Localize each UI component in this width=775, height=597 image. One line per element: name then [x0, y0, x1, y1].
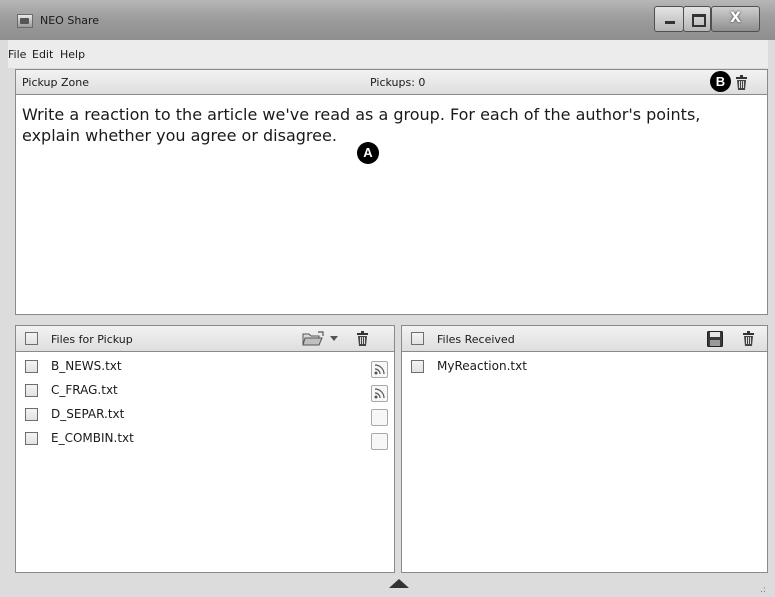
- menu-file[interactable]: File: [8, 48, 26, 61]
- chevron-down-icon[interactable]: [330, 336, 338, 341]
- file-checkbox[interactable]: [25, 384, 38, 397]
- maximize-button[interactable]: [683, 6, 711, 32]
- pickup-zone-label: Pickup Zone: [22, 76, 89, 89]
- file-checkbox[interactable]: [25, 360, 38, 373]
- file-name: C_FRAG.txt: [51, 383, 118, 397]
- title-bar[interactable]: NEO Share X: [0, 0, 775, 40]
- list-item[interactable]: E_COMBIN.txt: [16, 427, 394, 451]
- file-name: E_COMBIN.txt: [51, 431, 134, 445]
- unsent-status-icon: [371, 433, 388, 450]
- pickups-count: Pickups: 0: [370, 76, 426, 89]
- file-name: B_NEWS.txt: [51, 359, 122, 373]
- sent-status-icon: [371, 385, 388, 402]
- menu-bar: File Edit Help: [8, 40, 768, 68]
- file-checkbox[interactable]: [25, 432, 38, 445]
- trash-icon[interactable]: [742, 331, 755, 346]
- window-title: NEO Share: [40, 14, 100, 27]
- files-for-pickup-panel: Files for Pickup B_NEWS.txt C_FRAG.txt D…: [15, 325, 395, 573]
- pickup-zone-header: Pickup Zone Pickups: 0 B: [15, 69, 768, 95]
- files-received-header: Files Received: [402, 326, 767, 352]
- files-for-pickup-label: Files for Pickup: [51, 333, 133, 346]
- pickup-prompt-area[interactable]: Write a reaction to the article we've re…: [15, 95, 768, 315]
- pickup-prompt-text: Write a reaction to the article we've re…: [22, 105, 701, 145]
- file-checkbox[interactable]: [25, 408, 38, 421]
- select-all-pickup-checkbox[interactable]: [25, 332, 38, 345]
- menu-help[interactable]: Help: [60, 48, 85, 61]
- menu-edit[interactable]: Edit: [32, 48, 53, 61]
- callout-marker-b: B: [710, 71, 731, 92]
- expand-up-icon[interactable]: [389, 579, 409, 588]
- close-icon: X: [730, 10, 741, 26]
- select-all-received-checkbox[interactable]: [411, 332, 424, 345]
- status-bar: [8, 573, 768, 597]
- files-received-label: Files Received: [437, 333, 515, 346]
- list-item[interactable]: MyReaction.txt: [402, 355, 767, 379]
- list-item[interactable]: B_NEWS.txt: [16, 355, 394, 379]
- close-button[interactable]: X: [711, 6, 760, 32]
- trash-icon[interactable]: [356, 331, 369, 346]
- files-received-panel: Files Received MyReaction.txt: [401, 325, 768, 573]
- callout-marker-a: A: [357, 142, 379, 164]
- app-icon: [17, 14, 33, 28]
- list-item[interactable]: C_FRAG.txt: [16, 379, 394, 403]
- file-name: MyReaction.txt: [437, 359, 527, 373]
- minimize-button[interactable]: [654, 6, 684, 32]
- file-name: D_SEPAR.txt: [51, 407, 125, 421]
- save-icon[interactable]: [707, 331, 723, 347]
- resize-grip-icon[interactable]: .:: [760, 585, 766, 595]
- unsent-status-icon: [371, 409, 388, 426]
- neo-share-window: NEO Share X File Edit Help Pickup Zone P…: [0, 0, 775, 597]
- list-item[interactable]: D_SEPAR.txt: [16, 403, 394, 427]
- sent-status-icon: [371, 361, 388, 378]
- open-folder-icon[interactable]: [302, 331, 326, 347]
- file-checkbox[interactable]: [411, 360, 424, 373]
- files-for-pickup-header: Files for Pickup: [16, 326, 394, 352]
- trash-icon[interactable]: [735, 75, 748, 90]
